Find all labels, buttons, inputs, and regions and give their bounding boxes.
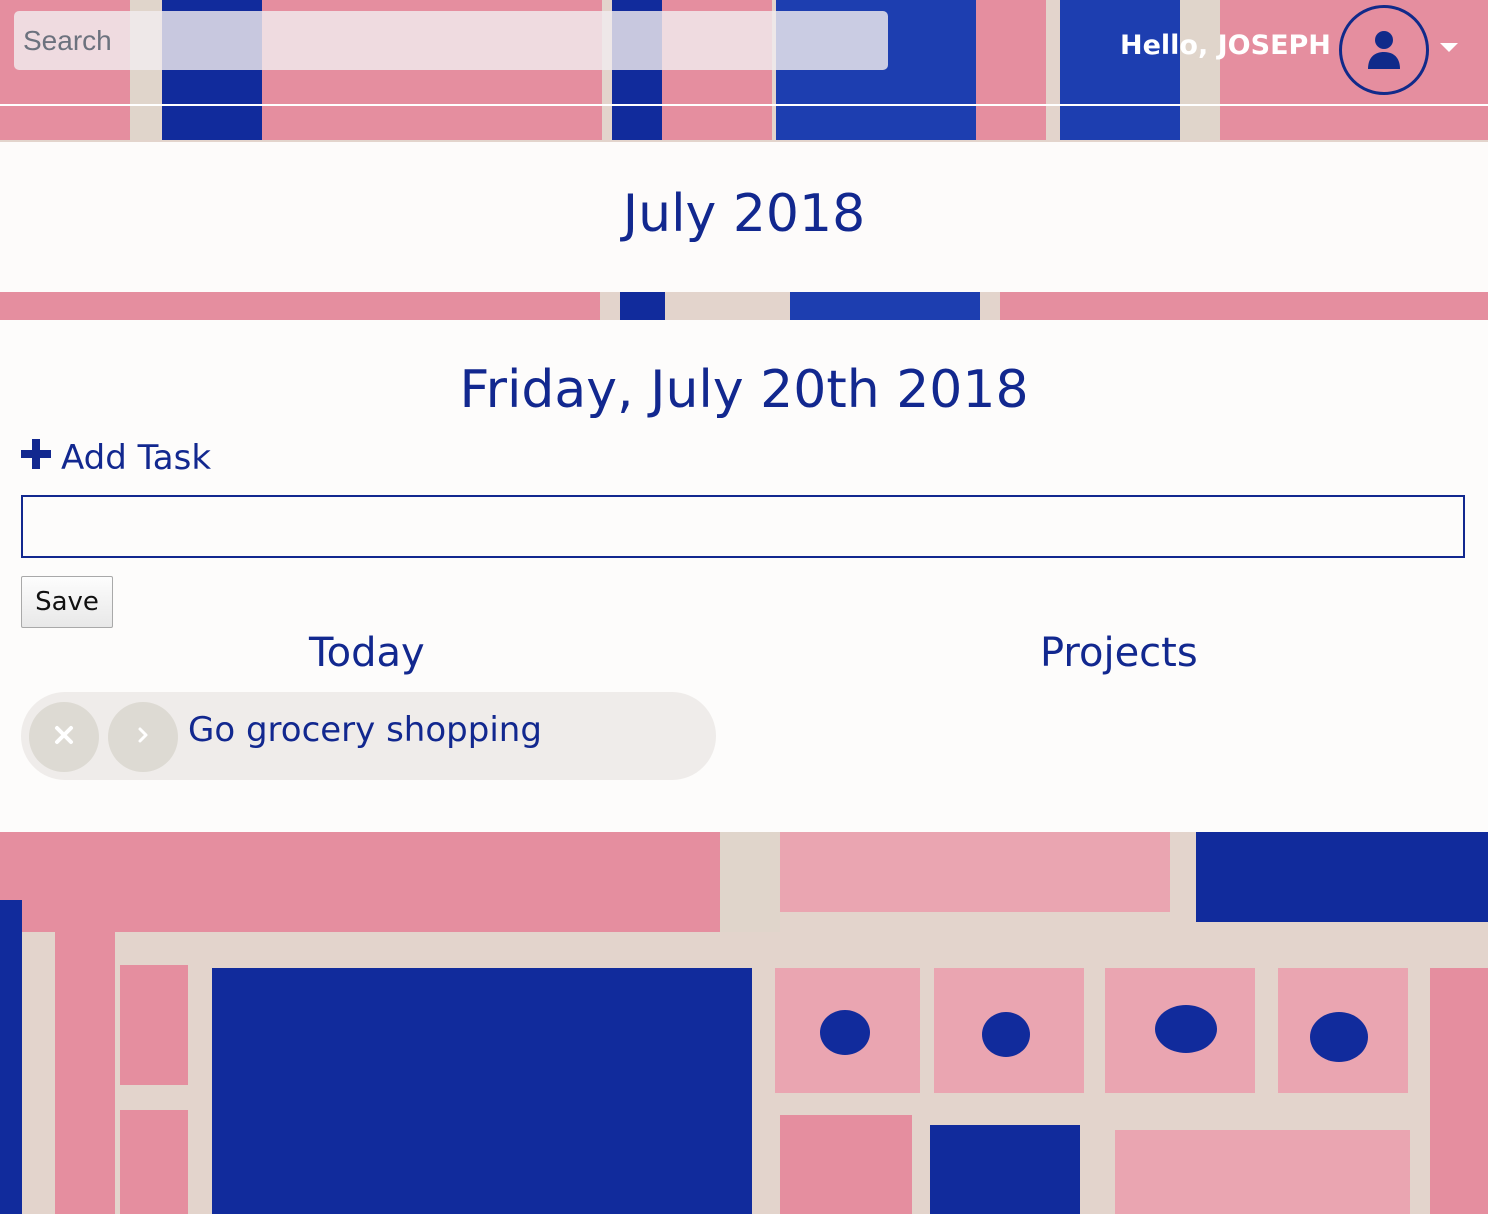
add-task-label: Add Task: [61, 438, 212, 478]
close-icon: [54, 725, 74, 749]
task-item: Go grocery shopping: [21, 692, 716, 780]
today-heading: Today: [309, 630, 425, 676]
month-panel: July 2018: [0, 142, 1488, 292]
save-button[interactable]: Save: [21, 576, 113, 628]
user-greeting: Hello, JOSEPH: [1120, 30, 1331, 61]
task-input[interactable]: [21, 495, 1465, 558]
task-text: Go grocery shopping: [188, 710, 542, 750]
day-title: Friday, July 20th 2018: [459, 360, 1029, 420]
add-task-link[interactable]: Add Task: [21, 438, 211, 478]
plus-icon: [21, 438, 51, 478]
chevron-right-icon: [136, 726, 150, 748]
caret-down-icon[interactable]: [1440, 43, 1458, 52]
projects-heading: Projects: [1040, 630, 1198, 676]
top-navbar: Hello, JOSEPH: [0, 0, 1488, 106]
move-task-button[interactable]: [108, 702, 178, 772]
user-avatar-button[interactable]: [1339, 5, 1429, 95]
search-input[interactable]: [14, 11, 888, 70]
delete-task-button[interactable]: [29, 702, 99, 772]
month-title: July 2018: [622, 184, 866, 244]
day-panel: Friday, July 20th 2018 Add Task Save Tod…: [0, 320, 1488, 832]
